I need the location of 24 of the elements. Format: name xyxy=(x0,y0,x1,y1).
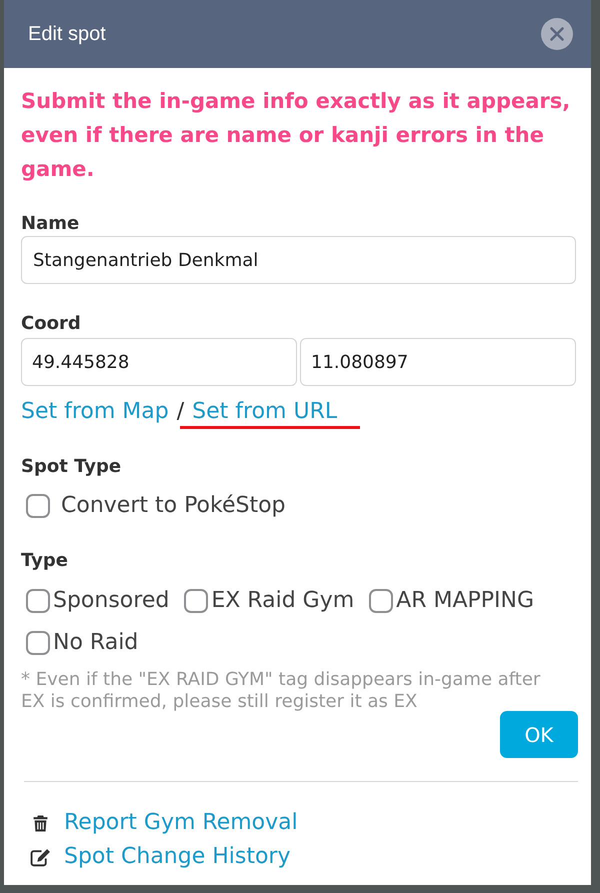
name-field[interactable]: Stangenantrieb Denkmal xyxy=(21,236,576,284)
coordinate-field[interactable]: 11.080897 xyxy=(300,338,576,386)
warning-message: Submit the in-game info exactly as it appears, even if there are name or kanji errors in the game. xyxy=(21,88,572,183)
checkbox-label[interactable]: No Raid xyxy=(53,629,138,657)
checkbox[interactable] xyxy=(26,631,50,655)
trash-icon xyxy=(32,814,48,832)
checkbox[interactable] xyxy=(26,494,50,518)
checkbox-label[interactable]: Convert to PokéStop xyxy=(61,492,286,520)
checkbox[interactable] xyxy=(26,589,50,613)
separator-text: / xyxy=(176,398,184,426)
note-text: * Even if the "EX RAID GYM" tag disappears in-game after EX is confirmed, please still register it as EX xyxy=(21,669,542,713)
section-label: Type xyxy=(21,549,68,573)
checkbox[interactable] xyxy=(184,589,208,613)
field-label: Name xyxy=(21,212,80,236)
field-label: Coord xyxy=(21,312,81,336)
checkbox-label[interactable]: EX Raid Gym xyxy=(211,587,354,615)
section-label: Spot Type xyxy=(21,455,122,479)
checkbox-label[interactable]: AR MAPPING xyxy=(396,587,534,615)
coordinate-field[interactable]: 49.445828 xyxy=(21,338,297,386)
checkbox-label[interactable]: Sponsored xyxy=(53,587,170,615)
close-icon[interactable] xyxy=(541,18,573,50)
dialog-title: Edit spot xyxy=(28,22,106,47)
edit-icon xyxy=(30,848,50,866)
checkbox[interactable] xyxy=(369,589,394,613)
